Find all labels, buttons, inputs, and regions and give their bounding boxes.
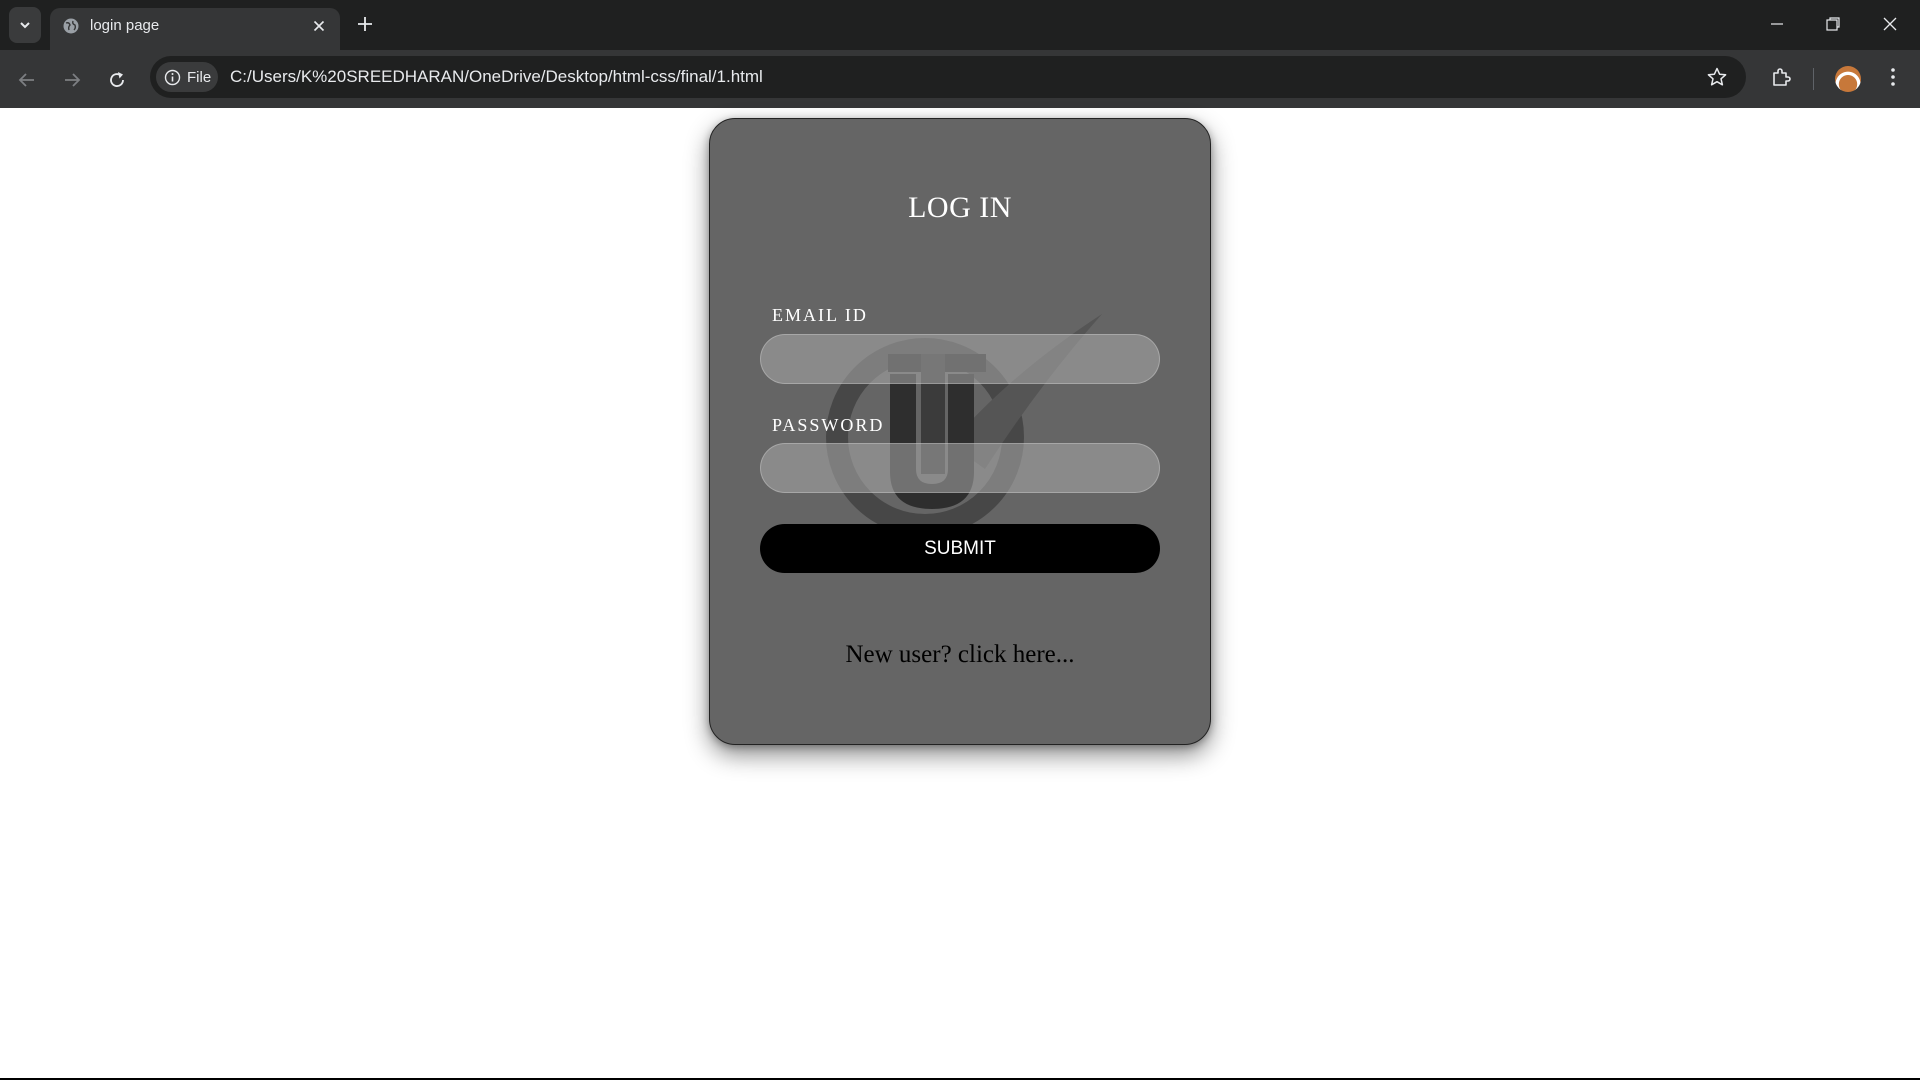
menu-icon[interactable] (1882, 66, 1904, 88)
toolbar-divider (1813, 68, 1814, 90)
tab-strip: login page (0, 0, 1920, 50)
site-chip-label: File (187, 68, 212, 86)
new-user-link[interactable]: New user? click here... (710, 641, 1210, 669)
chevron-down-icon (20, 22, 30, 29)
close-tab-icon[interactable] (310, 17, 328, 35)
url-text[interactable]: C:/Users/K%20SREEDHARAN/OneDrive/Desktop… (230, 67, 763, 87)
globe-icon (63, 18, 79, 34)
login-card: LOG IN EMAIL ID PASSWORD SUBMIT New user… (709, 118, 1211, 745)
back-icon[interactable] (16, 69, 38, 91)
minimize-icon[interactable] (1767, 14, 1787, 34)
tab-list-button[interactable] (9, 7, 41, 43)
window-close-icon[interactable] (1880, 14, 1900, 34)
tab-title: login page (90, 17, 160, 34)
password-label: PASSWORD (772, 415, 885, 435)
star-icon[interactable] (1706, 66, 1728, 88)
site-info-chip[interactable]: File (156, 62, 218, 92)
address-bar[interactable]: File C:/Users/K%20SREEDHARAN/OneDrive/De… (150, 56, 1746, 98)
submit-button[interactable]: SUBMIT (760, 524, 1160, 573)
extensions-icon[interactable] (1770, 66, 1792, 88)
forward-icon[interactable] (61, 69, 83, 91)
page-title: LOG IN (908, 191, 1012, 224)
email-field[interactable] (760, 334, 1160, 384)
browser-toolbar: File C:/Users/K%20SREEDHARAN/OneDrive/De… (0, 50, 1920, 108)
email-label: EMAIL ID (772, 305, 868, 325)
restore-icon[interactable] (1823, 14, 1843, 34)
profile-avatar[interactable] (1835, 66, 1861, 92)
active-tab[interactable]: login page (50, 8, 340, 50)
password-field[interactable] (760, 443, 1160, 493)
plus-icon[interactable] (355, 14, 375, 34)
reload-icon[interactable] (106, 69, 128, 91)
info-icon (164, 69, 181, 85)
